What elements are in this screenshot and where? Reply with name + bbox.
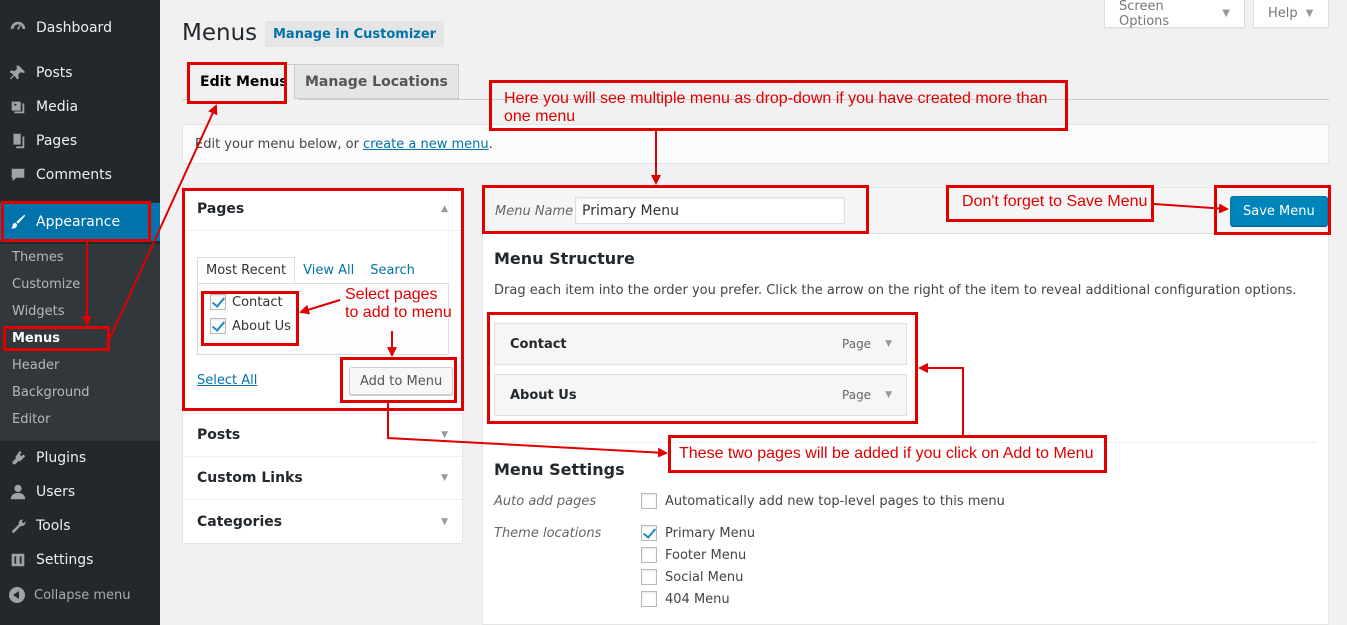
chevron-down-icon: ▼ bbox=[441, 473, 448, 483]
location-label: Footer Menu bbox=[665, 547, 747, 563]
pages-icon bbox=[0, 132, 36, 150]
help-button[interactable]: Help ▼ bbox=[1253, 0, 1329, 28]
submenu-editor[interactable]: Editor bbox=[12, 412, 50, 427]
location-social-checkbox[interactable] bbox=[641, 569, 657, 585]
menu-structure-description: Drag each item into the order you prefer… bbox=[494, 283, 1297, 298]
menu-structure-title: Menu Structure bbox=[494, 249, 635, 268]
chevron-down-icon: ▼ bbox=[441, 516, 448, 527]
annotation-dropdown-note-line1: Here you will see multiple menu as drop-… bbox=[504, 90, 1048, 107]
annotation-box-add-button bbox=[340, 357, 457, 403]
custom-links-section-title: Custom Links bbox=[197, 470, 303, 486]
annotation-save-note: Don't forget to Save Menu bbox=[962, 193, 1148, 210]
sidebar-item-label: Tools bbox=[36, 518, 71, 534]
sidebar-item-label: Pages bbox=[36, 133, 78, 149]
sidebar-item-tools[interactable]: Tools bbox=[0, 509, 160, 543]
tab-manage-locations[interactable]: Manage Locations bbox=[294, 64, 459, 99]
manage-menus-period: . bbox=[488, 136, 493, 152]
sidebar-item-settings[interactable]: Settings bbox=[0, 543, 160, 577]
submenu-widgets[interactable]: Widgets bbox=[12, 304, 65, 319]
sidebar-item-label: Settings bbox=[36, 552, 94, 568]
categories-section-title: Categories bbox=[197, 513, 283, 530]
location-label: Primary Menu bbox=[665, 525, 756, 541]
submenu-customize[interactable]: Customize bbox=[12, 277, 80, 292]
wrench-icon bbox=[0, 517, 36, 535]
screen-options-label: Screen Options bbox=[1119, 0, 1170, 29]
annotation-box-checkboxes bbox=[201, 291, 299, 346]
theme-locations-label: Theme locations bbox=[494, 526, 602, 541]
sidebar-item-label: Media bbox=[36, 99, 79, 115]
categories-section-header[interactable]: Categories ▼ bbox=[183, 500, 462, 543]
annotation-box-menu-items bbox=[487, 312, 918, 424]
collapse-icon bbox=[0, 587, 34, 603]
manage-in-customizer-button[interactable]: Manage in Customizer bbox=[265, 21, 445, 47]
location-404-checkbox[interactable] bbox=[641, 591, 657, 607]
annotation-box-menus bbox=[3, 326, 110, 351]
chevron-down-icon: ▼ bbox=[1305, 8, 1314, 19]
annotation-box-appearance bbox=[1, 201, 151, 242]
sidebar-item-users[interactable]: Users bbox=[0, 475, 160, 509]
posts-section-header[interactable]: Posts ▼ bbox=[183, 414, 462, 457]
admin-sidebar: Dashboard Posts Media Pages Comments App… bbox=[0, 0, 160, 625]
sidebar-item-pages[interactable]: Pages bbox=[0, 124, 160, 158]
location-footer-row[interactable]: Footer Menu bbox=[641, 547, 746, 563]
submenu-header[interactable]: Header bbox=[12, 358, 59, 373]
sidebar-item-media[interactable]: Media bbox=[0, 90, 160, 124]
location-primary-row[interactable]: Primary Menu bbox=[641, 525, 755, 541]
annotation-box-menu-name bbox=[482, 185, 869, 234]
sidebar-item-label: Users bbox=[36, 484, 76, 500]
comment-icon bbox=[0, 166, 36, 184]
user-icon bbox=[0, 483, 36, 501]
screen-options-button[interactable]: Screen Options ▼ bbox=[1104, 0, 1245, 29]
annotation-select-note-line2: to add to menu bbox=[345, 304, 452, 321]
dashboard-icon bbox=[0, 19, 36, 37]
sidebar-item-dashboard[interactable]: Dashboard bbox=[0, 11, 160, 45]
chevron-down-icon: ▼ bbox=[1222, 8, 1230, 19]
page-title: Menus bbox=[182, 20, 258, 46]
annotation-box-save-button bbox=[1214, 185, 1331, 235]
plugin-icon bbox=[0, 449, 36, 467]
location-404-row[interactable]: 404 Menu bbox=[641, 591, 730, 607]
help-label: Help bbox=[1268, 6, 1298, 21]
sidebar-item-posts[interactable]: Posts bbox=[0, 56, 160, 90]
settings-icon bbox=[0, 551, 36, 569]
sidebar-item-label: Plugins bbox=[36, 450, 87, 466]
collapse-label: Collapse menu bbox=[34, 587, 131, 603]
auto-add-label: Auto add pages bbox=[494, 494, 597, 509]
location-primary-checkbox[interactable] bbox=[641, 525, 657, 541]
media-icon bbox=[0, 98, 36, 116]
sidebar-item-label: Comments bbox=[36, 167, 112, 183]
create-new-menu-link[interactable]: create a new menu bbox=[363, 137, 489, 152]
location-label: Social Menu bbox=[665, 569, 744, 585]
sidebar-item-label: Dashboard bbox=[36, 20, 112, 36]
auto-add-checkbox[interactable] bbox=[641, 493, 657, 509]
submenu-themes[interactable]: Themes bbox=[12, 250, 64, 265]
location-footer-checkbox[interactable] bbox=[641, 547, 657, 563]
sidebar-item-comments[interactable]: Comments bbox=[0, 158, 160, 192]
annotation-box-edit-menus bbox=[187, 62, 287, 104]
auto-add-text: Automatically add new top-level pages to… bbox=[665, 493, 1005, 509]
submenu-background[interactable]: Background bbox=[12, 385, 90, 400]
sidebar-item-label: Posts bbox=[36, 65, 73, 81]
chevron-down-icon: ▼ bbox=[441, 430, 448, 440]
location-label: 404 Menu bbox=[665, 591, 730, 607]
annotation-added-note: These two pages will be added if you cli… bbox=[679, 445, 1094, 462]
sidebar-item-plugins[interactable]: Plugins bbox=[0, 441, 160, 475]
annotation-dropdown-note-line2: one menu bbox=[504, 108, 576, 125]
custom-links-section-header[interactable]: Custom Links ▼ bbox=[183, 457, 462, 500]
auto-add-row[interactable]: Automatically add new top-level pages to… bbox=[641, 493, 1005, 509]
location-social-row[interactable]: Social Menu bbox=[641, 569, 743, 585]
posts-section-title: Posts bbox=[197, 427, 241, 443]
menu-settings-title: Menu Settings bbox=[494, 460, 625, 479]
manage-menus-text: Edit your menu below, or bbox=[195, 136, 359, 152]
pin-icon bbox=[0, 64, 36, 82]
collapse-menu-button[interactable]: Collapse menu bbox=[0, 582, 160, 608]
annotation-select-note-line1: Select pages bbox=[345, 286, 438, 303]
